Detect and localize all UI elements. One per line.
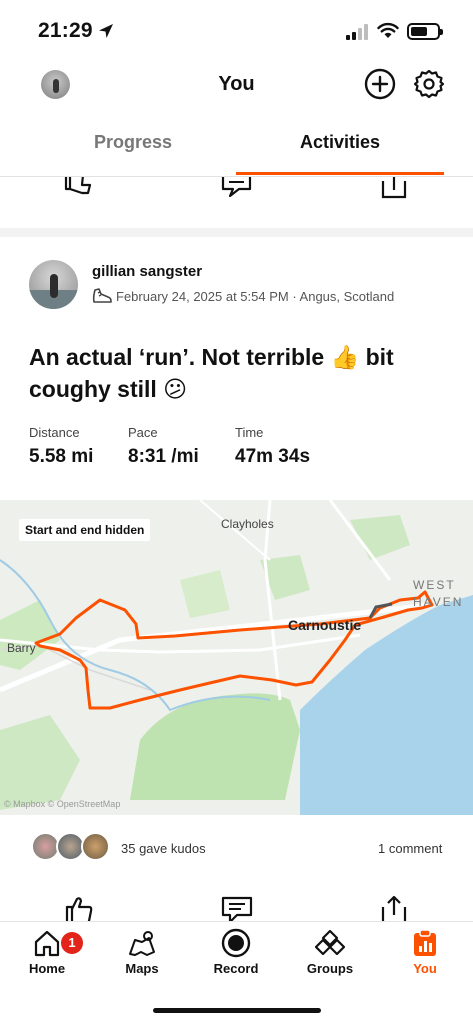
app-header: You Progress Activities	[0, 58, 473, 176]
activity-card[interactable]: gillian sangster February 24, 2025 at 5:…	[0, 237, 473, 925]
notification-badge: 1	[61, 932, 83, 954]
you-icon	[414, 929, 436, 956]
athlete-avatar[interactable]	[29, 260, 78, 309]
stat-time-value: 47m 34s	[235, 446, 311, 467]
activity-meta: February 24, 2025 at 5:54 PM · Angus, Sc…	[116, 289, 395, 304]
stat-pace-label: Pace	[128, 425, 158, 440]
kudos-count[interactable]: 35 gave kudos	[121, 841, 206, 856]
tab-groups[interactable]: Groups	[290, 928, 370, 976]
tab-maps[interactable]: Maps	[102, 928, 182, 976]
stat-distance-value: 5.58 mi	[29, 446, 94, 467]
home-icon	[34, 930, 60, 957]
share-icon[interactable]	[380, 177, 408, 201]
settings-gear-icon[interactable]	[413, 68, 445, 100]
map-label-barry: Barry	[7, 641, 36, 655]
tab-activities[interactable]: Activities	[222, 132, 458, 153]
previous-activity-actions	[0, 176, 473, 228]
stat-pace-value: 8:31 /mi	[128, 446, 199, 467]
status-bar: 21:29	[0, 0, 473, 58]
map-label-west: WEST	[413, 578, 456, 592]
tab-record[interactable]: Record	[196, 928, 276, 976]
tab-you[interactable]: You	[385, 928, 465, 976]
add-icon[interactable]	[364, 68, 396, 100]
comment-icon[interactable]	[221, 177, 253, 201]
map-label-carnoustie: Carnoustie	[288, 617, 362, 633]
status-time: 21:29	[38, 19, 93, 42]
tab-progress[interactable]: Progress	[15, 132, 251, 153]
comment-count[interactable]: 1 comment	[378, 841, 442, 856]
route-map[interactable]: Start and end hidden Clayholes Barry Car…	[0, 500, 473, 815]
stat-distance-label: Distance	[29, 425, 80, 440]
tab-record-label: Record	[213, 961, 259, 976]
home-indicator	[153, 1008, 321, 1013]
page-title: You	[218, 73, 255, 95]
active-tab-indicator	[236, 172, 444, 175]
tab-maps-label: Maps	[125, 961, 159, 976]
activity-title[interactable]: An actual ‘run’. Not terrible 👍 bit coug…	[29, 341, 449, 405]
map-privacy-badge: Start and end hidden	[19, 519, 151, 541]
map-canvas	[0, 500, 473, 815]
tab-home[interactable]: Home 1	[7, 928, 87, 976]
run-shoe-icon	[92, 288, 112, 303]
record-icon	[221, 928, 251, 958]
kudos-thumb-icon[interactable]	[62, 177, 94, 201]
wifi-icon	[377, 22, 399, 38]
cellular-signal-icon	[346, 24, 368, 40]
stat-time-label: Time	[235, 425, 264, 440]
athlete-name[interactable]: gillian sangster	[92, 263, 202, 280]
tab-groups-label: Groups	[306, 961, 354, 976]
location-arrow-icon	[99, 24, 113, 38]
groups-icon	[315, 929, 345, 956]
map-label-haven: HAVEN	[413, 595, 464, 609]
map-label-clayholes: Clayholes	[221, 517, 274, 531]
map-attribution[interactable]: © Mapbox © OpenStreetMap	[4, 799, 120, 809]
kudos-avatar[interactable]	[81, 832, 110, 861]
tab-you-label: You	[413, 961, 437, 976]
tab-home-label: Home	[28, 961, 66, 976]
battery-icon	[407, 23, 443, 40]
maps-icon	[129, 931, 155, 956]
